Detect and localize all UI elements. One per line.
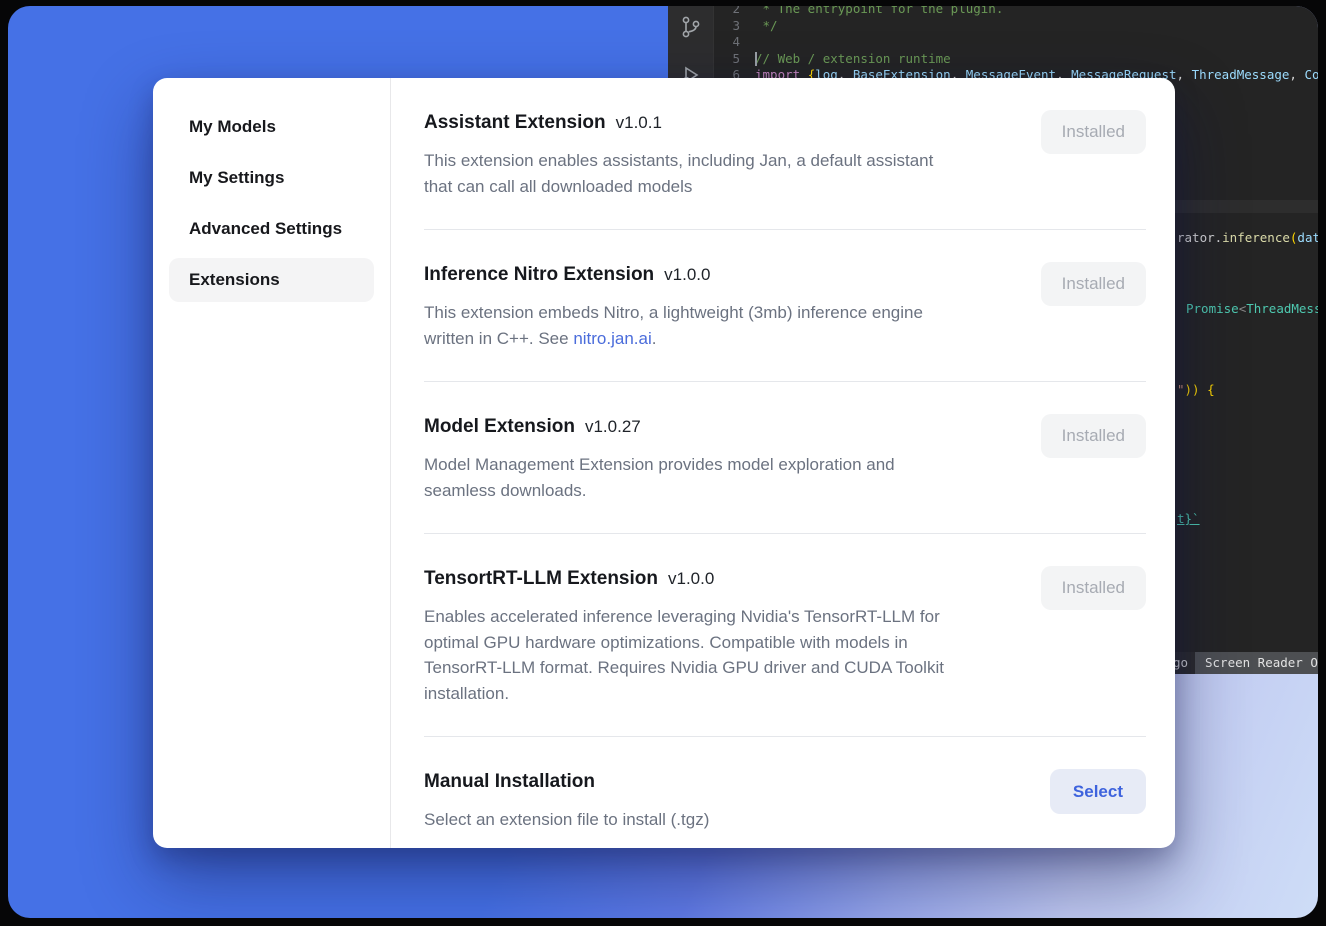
settings-sidebar: My Models My Settings Advanced Settings … — [153, 78, 391, 848]
code-lines: 2 * The entrypoint for the plugin. 3 */ … — [668, 6, 1318, 84]
status-bar-item[interactable]: go — [1173, 652, 1188, 674]
extension-description: This extension embeds Nitro, a lightweig… — [424, 300, 1009, 351]
extension-name: Inference Nitro Extension — [424, 262, 654, 288]
source-control-icon[interactable] — [679, 14, 703, 43]
code-text: // Web / extension runtime — [755, 51, 951, 68]
extension-version: v1.0.0 — [668, 566, 714, 592]
code-fragment: ")) { — [1177, 382, 1215, 399]
extension-version: v1.0.1 — [616, 110, 662, 136]
code-line: 4 — [668, 34, 1318, 51]
code-text: */ — [755, 18, 778, 35]
extension-version: v1.0.0 — [664, 262, 710, 288]
screen-reader-status-item[interactable]: Screen Reader Optimized — [1195, 652, 1318, 674]
code-line: 3 */ — [668, 18, 1318, 35]
installed-button[interactable]: Installed — [1041, 566, 1146, 610]
manual-installation-title: Manual Installation — [424, 769, 595, 795]
extension-version: v1.0.27 — [585, 414, 641, 440]
extension-entry: Assistant Extension v1.0.1 This extensio… — [424, 78, 1146, 230]
text-cursor — [755, 52, 757, 66]
sidebar-item-extensions[interactable]: Extensions — [169, 258, 374, 302]
sidebar-item-my-models[interactable]: My Models — [169, 105, 374, 149]
app-window: 2 * The entrypoint for the plugin. 3 */ … — [8, 6, 1318, 918]
extension-name: Model Extension — [424, 414, 575, 440]
installed-button[interactable]: Installed — [1041, 110, 1146, 154]
installed-button[interactable]: Installed — [1041, 414, 1146, 458]
extension-name: Assistant Extension — [424, 110, 606, 136]
code-fragment: rator.inference(data)); — [1177, 230, 1318, 247]
manual-installation-entry: Manual Installation Select an extension … — [424, 737, 1146, 848]
extension-entry: Inference Nitro Extension v1.0.0 This ex… — [424, 230, 1146, 382]
code-fragment: t}` — [1177, 511, 1200, 528]
code-line: 2 * The entrypoint for the plugin. — [668, 6, 1318, 18]
select-file-button[interactable]: Select — [1050, 769, 1146, 814]
sidebar-item-my-settings[interactable]: My Settings — [169, 156, 374, 200]
code-fragment: Promise<ThreadMessage> — [1186, 301, 1318, 318]
sidebar-item-advanced-settings[interactable]: Advanced Settings — [169, 207, 374, 251]
extension-name: TensortRT-LLM Extension — [424, 566, 658, 592]
extension-description: Model Management Extension provides mode… — [424, 452, 1009, 503]
code-line: 5 // Web / extension runtime — [668, 51, 1318, 68]
nitro-jan-ai-link[interactable]: nitro.jan.ai — [573, 329, 651, 348]
installed-button[interactable]: Installed — [1041, 262, 1146, 306]
desktop: 2 * The entrypoint for the plugin. 3 */ … — [0, 0, 1326, 926]
extension-entry: TensortRT-LLM Extension v1.0.0 Enables a… — [424, 534, 1146, 737]
extension-description: Enables accelerated inference leveraging… — [424, 604, 1009, 706]
extension-description: This extension enables assistants, inclu… — [424, 148, 1009, 199]
settings-modal: My Models My Settings Advanced Settings … — [153, 78, 1175, 848]
extensions-list: Assistant Extension v1.0.1 This extensio… — [391, 78, 1175, 848]
manual-installation-description: Select an extension file to install (.tg… — [424, 807, 1009, 833]
code-text: * The entrypoint for the plugin. — [755, 6, 1003, 18]
extension-entry: Model Extension v1.0.27 Model Management… — [424, 382, 1146, 534]
